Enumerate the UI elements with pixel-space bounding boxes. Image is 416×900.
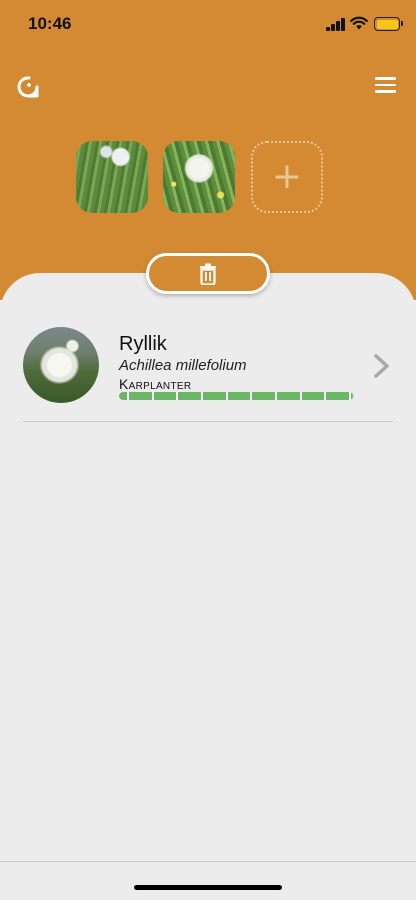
hamburger-menu-button[interactable]	[370, 72, 400, 98]
cellular-signal-icon	[326, 18, 346, 31]
menu-line	[374, 77, 396, 80]
plus-icon: +	[271, 156, 303, 197]
chevron-right-icon[interactable]	[373, 353, 391, 379]
confidence-ticks	[119, 392, 355, 400]
bottom-divider	[0, 861, 416, 862]
photo-thumbnail-2[interactable]	[163, 141, 235, 213]
refresh-button[interactable]	[14, 72, 44, 102]
result-row[interactable]: Ryllik Achillea millefolium Karplanter	[23, 325, 393, 405]
wifi-icon	[350, 16, 368, 30]
refresh-icon	[17, 76, 39, 98]
status-bar: 10:46	[0, 0, 416, 50]
species-latin-name: Achillea millefolium	[119, 357, 247, 374]
status-time: 10:46	[28, 14, 72, 33]
menu-line	[374, 83, 396, 87]
trash-icon	[200, 263, 216, 285]
species-avatar	[23, 327, 99, 403]
menu-line	[374, 90, 396, 93]
delete-photos-button[interactable]	[146, 253, 270, 294]
divider	[23, 421, 393, 422]
species-common-name: Ryllik	[119, 333, 167, 355]
add-photo-button[interactable]: +	[251, 141, 323, 213]
battery-cap	[401, 21, 403, 26]
battery-icon	[374, 17, 400, 31]
home-indicator[interactable]	[134, 885, 282, 890]
species-group: Karplanter	[119, 376, 192, 392]
photo-thumbnail-1[interactable]	[76, 141, 148, 213]
